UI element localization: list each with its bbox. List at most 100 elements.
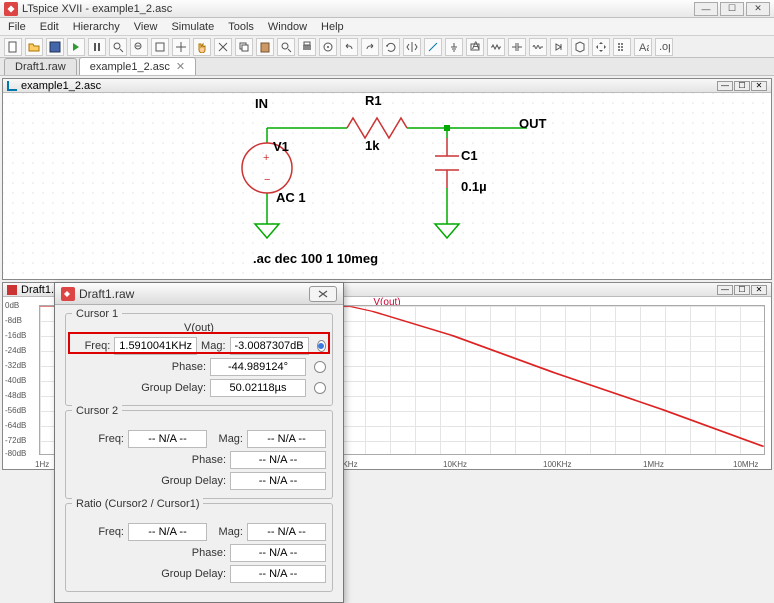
plot-close-button[interactable]: ✕ [751,285,767,295]
tab-label: Draft1.raw [15,61,66,73]
cut-icon[interactable] [214,38,232,56]
ratio-freq-value[interactable]: -- N/A -- [128,523,207,541]
r1-value[interactable]: 1k [365,138,379,153]
paste-icon[interactable] [256,38,274,56]
ratio-mag-value[interactable]: -- N/A -- [247,523,326,541]
v1-value[interactable]: AC 1 [276,190,306,205]
window-title: LTspice XVII - example1_2.asc [22,3,694,15]
menu-window[interactable]: Window [262,19,313,35]
freq-label: Freq: [72,526,124,538]
save-icon[interactable] [46,38,64,56]
minimize-button[interactable]: — [694,2,718,16]
ylabel: -56dB [5,406,26,415]
redo-icon[interactable] [361,38,379,56]
undo-icon[interactable] [340,38,358,56]
cursor1-group: Cursor 1 V(out) Freq: 1.5910041KHz Mag: … [65,313,333,406]
schematic-svg: + − [3,93,771,279]
tab-example12asc[interactable]: example1_2.asc✕ [79,57,196,75]
ground-icon[interactable] [445,38,463,56]
cursor-dialog[interactable]: Draft1.raw Cursor 1 V(out) Freq: 1.59100… [54,282,344,603]
component-c1[interactable] [435,138,459,188]
schematic-titlebar: example1_2.asc — ☐ ✕ [3,79,771,93]
c1-name[interactable]: C1 [461,148,478,163]
tab-close-icon[interactable]: ✕ [176,61,185,73]
tab-draft1raw[interactable]: Draft1.raw [4,58,77,75]
app-icon [4,2,18,16]
component-icon[interactable] [571,38,589,56]
cursor1-phase-radio[interactable] [314,361,326,373]
cursor-dialog-titlebar[interactable]: Draft1.raw [55,283,343,305]
ratio-gd-value[interactable]: -- N/A -- [230,565,326,583]
settings-icon[interactable] [319,38,337,56]
ground-v1[interactable] [255,218,279,238]
hand-icon[interactable] [193,38,211,56]
cursor2-gd-value[interactable]: -- N/A -- [230,472,326,490]
open-icon[interactable] [25,38,43,56]
ylabel: -16dB [5,331,26,340]
menu-simulate[interactable]: Simulate [165,19,220,35]
pan-icon[interactable] [172,38,190,56]
inductor-icon[interactable] [529,38,547,56]
net-label-out[interactable]: OUT [519,116,546,131]
capacitor-icon[interactable] [508,38,526,56]
search-icon[interactable] [277,38,295,56]
r1-name[interactable]: R1 [365,93,382,108]
ratio-phase-value[interactable]: -- N/A -- [230,544,326,562]
rotate-icon[interactable] [382,38,400,56]
pause-icon[interactable] [88,38,106,56]
cursor1-freq-value[interactable]: 1.5910041KHz [114,337,197,355]
maximize-button[interactable]: ☐ [720,2,744,16]
spice-directive[interactable]: .ac dec 100 1 10meg [253,251,378,266]
cursor2-freq-value[interactable]: -- N/A -- [128,430,207,448]
cursor1-mag-value[interactable]: -3.0087307dB [230,337,309,355]
copy-icon[interactable] [235,38,253,56]
gd-label: Group Delay: [152,475,226,487]
ylabel: -8dB [5,316,22,325]
phase-label: Phase: [184,547,226,559]
menu-help[interactable]: Help [315,19,350,35]
resistor-icon[interactable] [487,38,505,56]
menu-hierarchy[interactable]: Hierarchy [67,19,126,35]
cursor1-gd-radio[interactable] [314,382,326,394]
text-icon[interactable]: Aa [634,38,652,56]
c1-value[interactable]: 0.1µ [461,179,487,194]
drag-icon[interactable] [613,38,631,56]
cursor-dialog-close-button[interactable] [309,286,337,302]
ground-c1[interactable] [435,218,459,238]
document-tabs: Draft1.raw example1_2.asc✕ [0,58,774,76]
component-r1[interactable] [347,118,407,138]
cursor1-mag-radio[interactable] [317,340,326,352]
close-button[interactable]: ✕ [746,2,770,16]
v1-name[interactable]: V1 [273,139,289,154]
zoom-fit-icon[interactable] [151,38,169,56]
menu-edit[interactable]: Edit [34,19,65,35]
diode-icon[interactable] [550,38,568,56]
wire-icon[interactable] [424,38,442,56]
sub-close-button[interactable]: ✕ [751,81,767,91]
cursor1-gd-value[interactable]: 50.02118µs [210,379,306,397]
net-label-in[interactable]: IN [255,96,268,111]
plot-min-button[interactable]: — [717,285,733,295]
xlabel: 10MHz [733,460,758,469]
phase-label: Phase: [164,361,206,373]
menu-tools[interactable]: Tools [222,19,260,35]
schematic-tab-label[interactable]: example1_2.asc [21,80,101,92]
mirror-icon[interactable] [403,38,421,56]
zoom-in-icon[interactable] [109,38,127,56]
label-icon[interactable]: A [466,38,484,56]
cursor2-phase-value[interactable]: -- N/A -- [230,451,326,469]
spice-icon[interactable]: .op [655,38,673,56]
schematic-canvas[interactable]: + − IN OUT R1 1k V1 AC 1 [3,93,771,279]
cursor2-mag-value[interactable]: -- N/A -- [247,430,326,448]
menu-view[interactable]: View [128,19,164,35]
move-icon[interactable] [592,38,610,56]
sub-min-button[interactable]: — [717,81,733,91]
plot-max-button[interactable]: ☐ [734,285,750,295]
zoom-out-icon[interactable] [130,38,148,56]
cursor1-phase-value[interactable]: -44.989124° [210,358,306,376]
menu-file[interactable]: File [2,19,32,35]
new-icon[interactable] [4,38,22,56]
sub-max-button[interactable]: ☐ [734,81,750,91]
print-icon[interactable] [298,38,316,56]
run-icon[interactable] [67,38,85,56]
